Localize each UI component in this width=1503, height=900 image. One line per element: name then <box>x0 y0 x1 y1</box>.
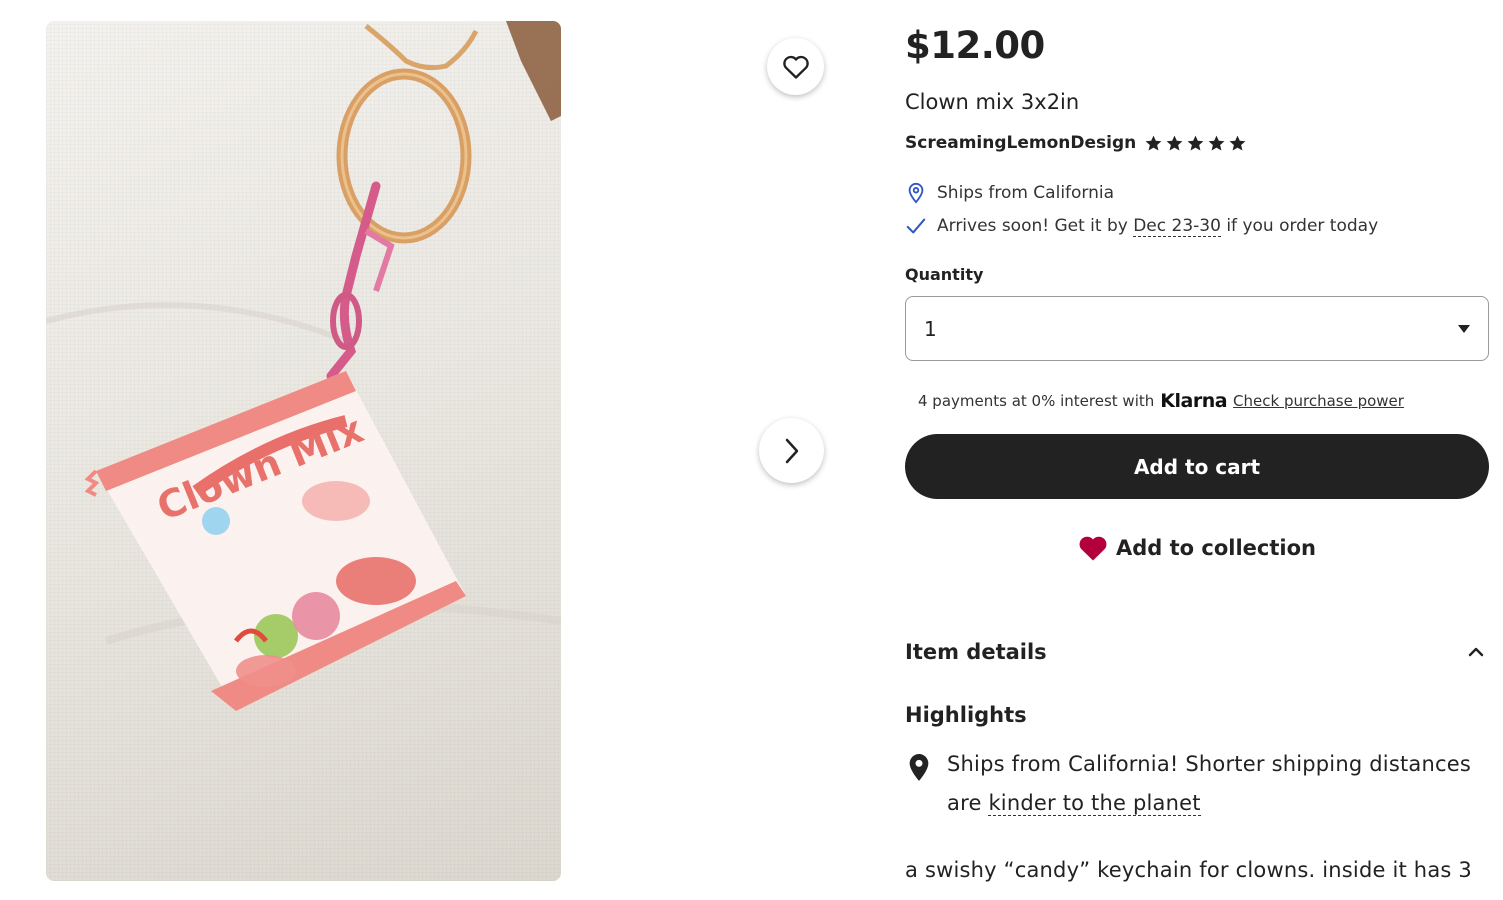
product-image[interactable]: Clown Mix <box>46 21 561 881</box>
check-purchase-power-link[interactable]: Check purchase power <box>1233 392 1404 410</box>
klarna-text: 4 payments at 0% interest with <box>918 392 1155 410</box>
star-icon <box>1145 135 1162 151</box>
caret-down-icon <box>1458 324 1470 333</box>
favorite-button[interactable] <box>767 38 824 95</box>
product-title: Clown mix 3x2in <box>905 90 1080 114</box>
arrival-row: Arrives soon! Get it by Dec 23-30 if you… <box>905 215 1378 237</box>
heart-outline-icon <box>782 55 809 79</box>
add-to-cart-button[interactable]: Add to cart <box>905 434 1489 499</box>
quantity-value: 1 <box>924 316 937 341</box>
arrival-dates[interactable]: Dec 23-30 <box>1133 216 1221 237</box>
item-details-toggle[interactable]: Item details <box>905 640 1485 664</box>
location-pin-icon <box>908 182 924 204</box>
item-description: a swishy “candy” keychain for clowns. in… <box>905 858 1472 882</box>
star-icon <box>1166 135 1183 151</box>
highlight-line-2: are kinder to the planet <box>947 784 1471 823</box>
add-to-collection-button[interactable]: Add to collection <box>905 530 1489 566</box>
klarna-logo: Klarna <box>1160 390 1228 412</box>
highlight-prefix: are <box>947 791 989 815</box>
highlights-heading: Highlights <box>905 703 1027 727</box>
highlight-text: Ships from California! Shorter shipping … <box>947 745 1471 823</box>
chevron-right-icon <box>785 438 798 463</box>
star-icon <box>1187 135 1204 151</box>
arrival-text: Arrives soon! Get it by Dec 23-30 if you… <box>937 216 1379 237</box>
heart-filled-icon <box>1079 536 1107 561</box>
item-details-title: Item details <box>905 640 1047 664</box>
next-image-button[interactable] <box>759 418 824 483</box>
ships-from-text: Ships from California <box>937 183 1115 203</box>
seller-link[interactable]: ScreamingLemonDesign <box>905 133 1136 153</box>
quantity-label: Quantity <box>905 265 984 284</box>
quantity-select[interactable]: 1 <box>905 296 1489 361</box>
price: $12.00 <box>905 24 1045 67</box>
star-icon <box>1208 135 1225 151</box>
chevron-up-icon <box>1468 647 1484 657</box>
star-icon <box>1229 135 1246 151</box>
seller-row: ScreamingLemonDesign <box>905 133 1247 153</box>
location-pin-icon <box>909 754 929 781</box>
add-to-collection-label: Add to collection <box>1116 536 1316 560</box>
product-image-art: Clown Mix <box>46 21 561 711</box>
highlight-line-1: Ships from California! Shorter shipping … <box>947 752 1471 776</box>
highlight-shipping: Ships from California! Shorter shipping … <box>905 745 1485 823</box>
arrival-suffix: if you order today <box>1220 216 1379 236</box>
rating-stars[interactable] <box>1144 134 1247 153</box>
arrival-prefix: Arrives soon! Get it by <box>937 216 1134 236</box>
ships-from-row: Ships from California <box>905 182 1114 204</box>
kinder-to-planet-link[interactable]: kinder to the planet <box>988 791 1201 816</box>
klarna-row: 4 payments at 0% interest with Klarna Ch… <box>918 390 1404 412</box>
checkmark-icon <box>906 218 926 234</box>
